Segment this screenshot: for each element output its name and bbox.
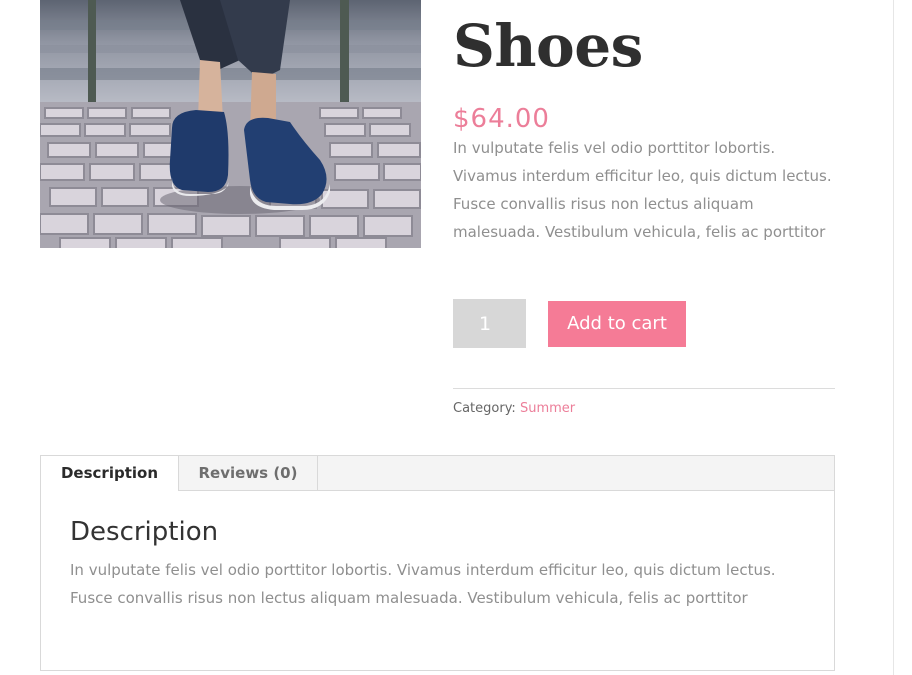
- category-label: Category:: [453, 401, 516, 416]
- category-link[interactable]: Summer: [520, 401, 575, 416]
- tab-bar: Description Reviews (0): [41, 456, 834, 491]
- product-page: Shoes $64.00 In vulputate felis vel odio…: [0, 0, 912, 675]
- product-meta: Category: Summer: [453, 400, 575, 418]
- tab-description[interactable]: Description: [41, 456, 179, 491]
- panel-title: Description: [70, 517, 219, 547]
- quantity-input[interactable]: [453, 299, 526, 348]
- product-tabs: Description Reviews (0) Description In v…: [40, 455, 835, 671]
- panel-description-text: In vulputate felis vel odio porttitor lo…: [70, 561, 776, 607]
- product-short-description: In vulputate felis vel odio porttitor lo…: [453, 139, 832, 241]
- add-to-cart-button[interactable]: Add to cart: [548, 301, 686, 347]
- meta-divider: [453, 388, 835, 389]
- product-photo: [40, 0, 421, 248]
- product-title: Shoes: [453, 12, 643, 80]
- product-price: $64.00: [453, 104, 550, 134]
- tab-reviews[interactable]: Reviews (0): [179, 456, 318, 490]
- product-image[interactable]: [40, 0, 421, 248]
- page-right-border: [893, 0, 894, 675]
